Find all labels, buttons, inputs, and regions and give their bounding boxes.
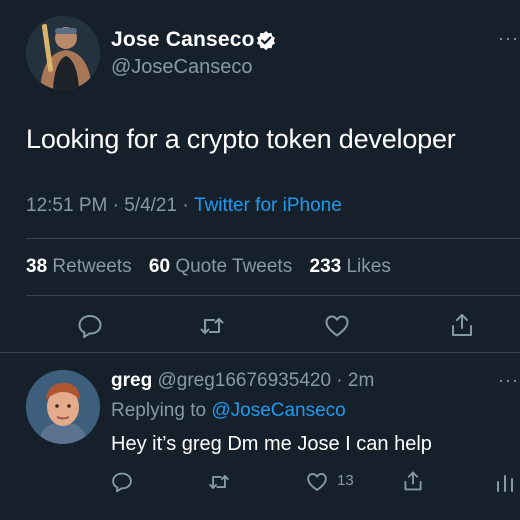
reply-author-name[interactable]: greg (111, 370, 152, 391)
tweet-meta: 12:51 PM · 5/4/21 · Twitter for iPhone (26, 195, 342, 217)
reply-reply-icon[interactable] (111, 471, 133, 493)
reply-text: Hey it’s greg Dm me Jose I can help (111, 433, 432, 455)
verified-badge-icon (256, 30, 276, 51)
more-options-icon[interactable]: ··· (498, 28, 519, 49)
reply-age[interactable]: 2m (348, 370, 374, 391)
reply-like-icon[interactable] (306, 471, 328, 493)
tweet-date: 5/4/21 (124, 195, 178, 216)
reply-share-icon[interactable] (402, 470, 424, 492)
replying-to-line: Replying to @JoseCanseco (111, 400, 346, 422)
divider (0, 352, 520, 353)
quotes-count: 60 (148, 256, 171, 277)
reply-like-count: 13 (337, 472, 354, 489)
meta-separator: · (112, 195, 125, 216)
share-icon[interactable] (449, 312, 475, 338)
likes-stat[interactable]: 233 Likes (310, 256, 391, 277)
replying-prefix: Replying to (111, 400, 207, 421)
likes-count: 233 (309, 256, 342, 277)
quotes-label: Quote Tweets (175, 256, 293, 277)
like-icon[interactable] (324, 313, 350, 339)
divider (26, 295, 520, 296)
retweet-icon[interactable] (199, 313, 225, 339)
divider (26, 238, 520, 239)
reply-retweet-icon[interactable] (208, 471, 230, 493)
likes-label: Likes (346, 256, 391, 277)
reply-more-options-icon[interactable]: ··· (498, 370, 519, 391)
replying-to-link[interactable]: @JoseCanseco (211, 400, 345, 421)
tweet-time: 12:51 PM (26, 195, 108, 216)
meta-separator: · (331, 370, 348, 391)
author-name[interactable]: Jose Canseco (111, 28, 255, 52)
retweets-label: Retweets (52, 256, 132, 277)
tweet-text: Looking for a crypto token developer (26, 124, 456, 154)
reply-header: greg @greg16676935420 · 2m (111, 370, 374, 392)
author-avatar[interactable] (26, 16, 100, 90)
retweets-stat[interactable]: 38 Retweets (26, 256, 132, 277)
quotes-stat[interactable]: 60 Quote Tweets (149, 256, 292, 277)
tweet-stats: 38 Retweets 60 Quote Tweets 233 Likes (26, 256, 391, 278)
retweets-count: 38 (26, 256, 48, 277)
reply-icon[interactable] (77, 313, 103, 339)
author-handle[interactable]: @JoseCanseco (111, 56, 252, 79)
analytics-icon[interactable] (494, 472, 516, 494)
reply-author-handle[interactable]: @greg16676935420 (157, 370, 331, 391)
tweet-source-link[interactable]: Twitter for iPhone (194, 195, 342, 216)
reply-author-avatar[interactable] (26, 370, 100, 444)
meta-separator: · (182, 195, 194, 216)
